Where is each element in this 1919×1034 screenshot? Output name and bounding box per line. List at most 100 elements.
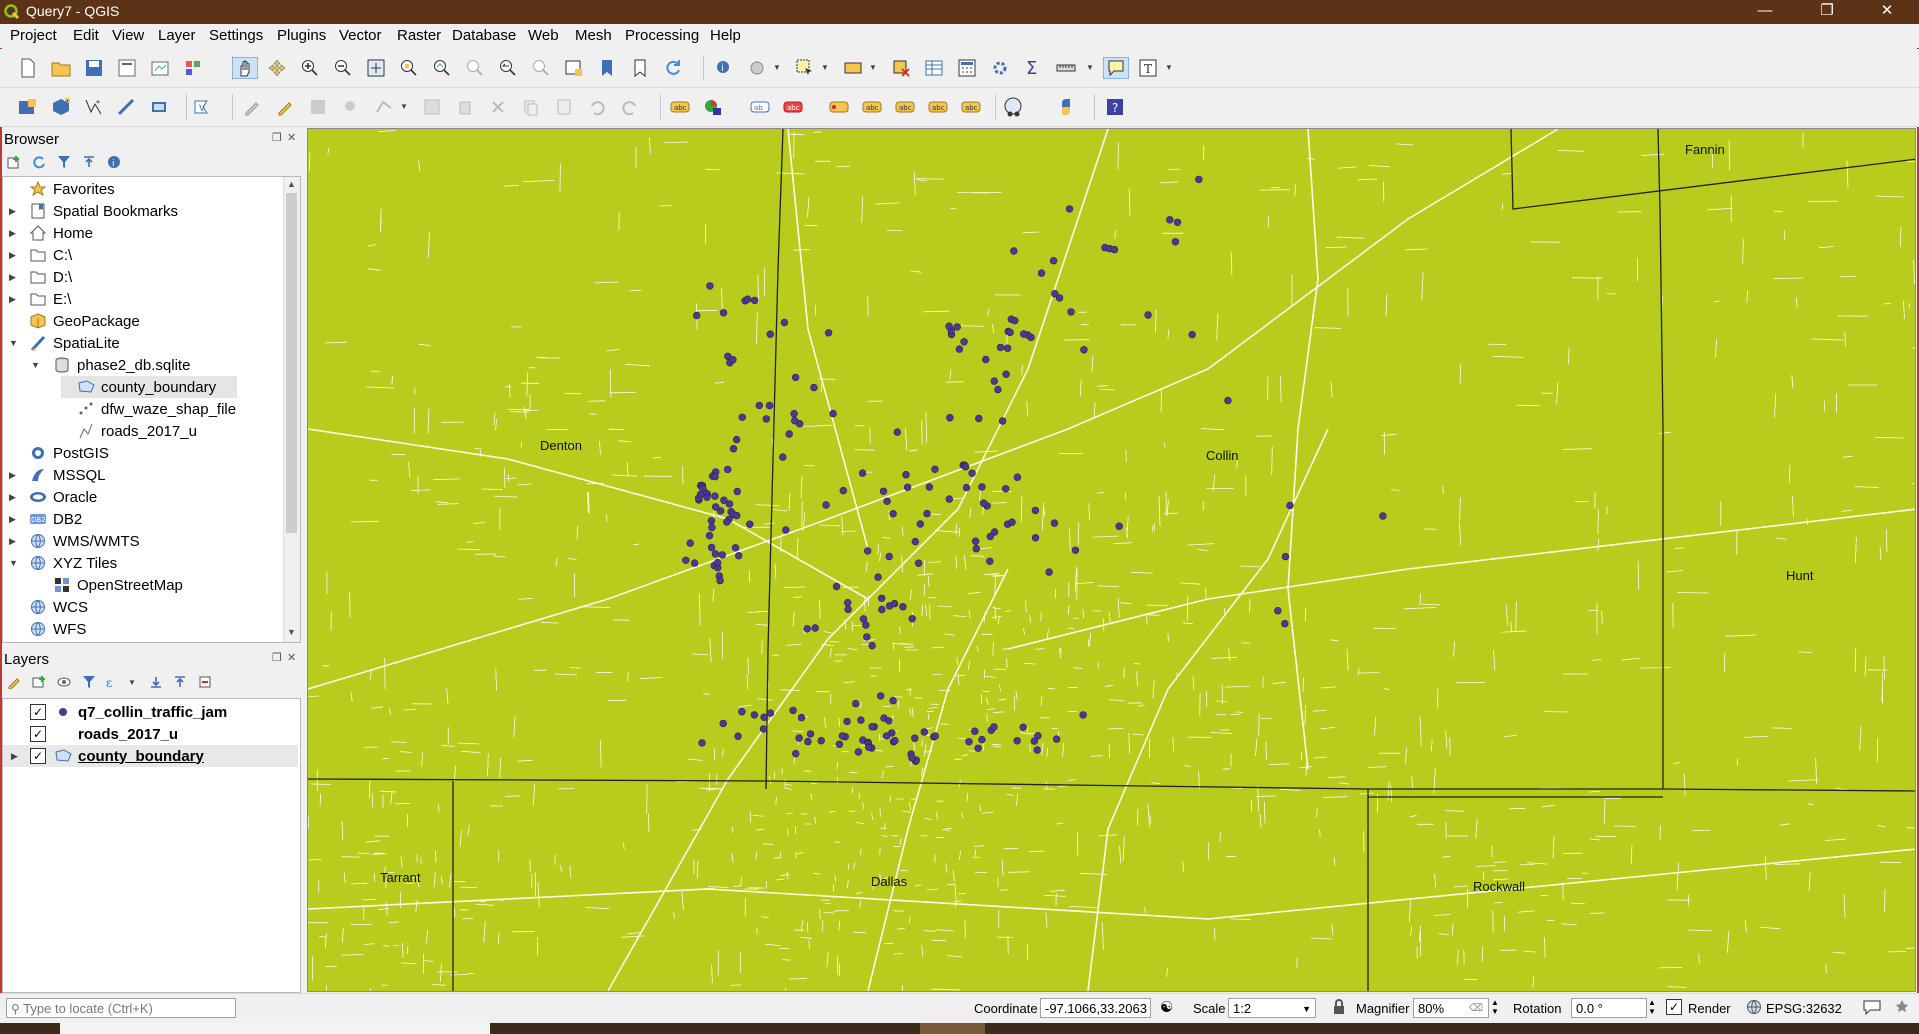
menu-layer[interactable]: Layer xyxy=(158,27,196,44)
render-checkbox[interactable]: ✓ xyxy=(1666,999,1682,1015)
scroll-up-icon[interactable]: ▲ xyxy=(287,179,296,189)
browser-item-dfw-waze[interactable]: dfw_waze_shap_file xyxy=(61,398,236,420)
browser-item-roads[interactable]: roads_2017_u xyxy=(61,420,197,442)
vertex-tool-icon[interactable] xyxy=(372,96,396,118)
highlight-pinned-labels-icon[interactable]: ab xyxy=(748,96,772,118)
new-spatialite-icon[interactable] xyxy=(115,96,139,118)
menu-project[interactable]: Project xyxy=(10,27,57,44)
identify-icon[interactable]: i xyxy=(712,57,736,79)
locate-search-input[interactable]: ⚲ Type to locate (Ctrl+K) xyxy=(6,998,236,1018)
menu-database[interactable]: Database xyxy=(452,27,516,44)
select-by-value-icon[interactable] xyxy=(841,57,865,79)
zoom-native-icon[interactable] xyxy=(463,57,487,79)
menu-settings[interactable]: Settings xyxy=(209,27,263,44)
crs-globe-icon[interactable] xyxy=(1746,999,1762,1018)
layer-labeling-icon[interactable]: abc xyxy=(668,96,692,118)
toggle-editing-icon[interactable] xyxy=(273,96,297,118)
crs-label[interactable]: EPSG:32632 xyxy=(1766,1001,1842,1016)
save-project-icon[interactable] xyxy=(82,57,106,79)
pin-labels-icon[interactable]: abc xyxy=(781,96,805,118)
browser-item-favorites[interactable]: Favorites xyxy=(13,178,115,200)
browser-item-oracle[interactable]: ▶ Oracle xyxy=(9,486,97,508)
copy-features-icon[interactable] xyxy=(519,96,543,118)
close-button[interactable]: ✕ xyxy=(1864,0,1910,24)
zoom-last-icon[interactable] xyxy=(496,57,520,79)
rotation-spinner[interactable]: ▲ ▼ xyxy=(1648,998,1656,1016)
browser-item-county-boundary[interactable]: county_boundary xyxy=(61,376,237,398)
scroll-thumb[interactable] xyxy=(286,193,297,533)
browser-item-e-drive[interactable]: ▶ E:\ xyxy=(9,288,71,310)
save-edits-icon[interactable] xyxy=(306,96,330,118)
attribute-table-icon[interactable] xyxy=(922,57,946,79)
add-selected-layers-icon[interactable] xyxy=(6,154,22,170)
layer-row-traffic-jam[interactable]: ✓ q7_collin_traffic_jam xyxy=(3,701,298,723)
menu-edit[interactable]: Edit xyxy=(73,27,99,44)
style-manager-icon[interactable] xyxy=(181,57,205,79)
collapse-all-icon[interactable] xyxy=(81,154,97,170)
minimize-button[interactable]: — xyxy=(1742,0,1788,24)
menu-vector[interactable]: Vector xyxy=(339,27,382,44)
show-bookmarks-icon[interactable] xyxy=(628,57,652,79)
menu-web[interactable]: Web xyxy=(528,27,559,44)
close-panel-icon[interactable]: ✕ xyxy=(287,131,296,144)
open-project-icon[interactable] xyxy=(49,57,73,79)
print-layout-icon[interactable] xyxy=(148,57,172,79)
add-group-icon[interactable] xyxy=(31,674,47,690)
layer-row-roads[interactable]: ✓ roads_2017_u xyxy=(3,723,298,745)
browser-item-postgis[interactable]: PostGIS xyxy=(13,442,109,464)
browser-scrollbar[interactable]: ▲ ▼ xyxy=(283,177,300,642)
browser-item-d-drive[interactable]: ▶ D:\ xyxy=(9,266,72,288)
magnifier-field[interactable]: 80% ⌫ xyxy=(1413,998,1489,1018)
zoom-in-icon[interactable] xyxy=(298,57,322,79)
remove-layer-icon[interactable] xyxy=(197,674,213,690)
layer-diagram-icon[interactable] xyxy=(701,96,725,118)
zoom-full-icon[interactable] xyxy=(364,57,388,79)
filter-browser-icon[interactable] xyxy=(56,154,72,170)
properties-icon[interactable]: i xyxy=(106,154,122,170)
browser-item-spatialite[interactable]: ▼ SpatiaLite xyxy=(9,332,120,354)
layer-visibility-checkbox[interactable]: ✓ xyxy=(30,748,46,764)
collapse-all-layers-icon[interactable] xyxy=(172,674,188,690)
map-canvas[interactable]: Fannin Denton Collin Hunt Tarrant Dallas… xyxy=(307,128,1916,992)
float-panel-icon[interactable]: ❐ xyxy=(272,131,282,144)
float-panel-icon[interactable]: ❐ xyxy=(272,651,282,664)
cut-features-icon[interactable] xyxy=(486,96,510,118)
map-render[interactable]: Fannin Denton Collin Hunt Tarrant Dallas… xyxy=(308,129,1915,991)
select-features-icon[interactable] xyxy=(793,57,817,79)
new-project-icon[interactable] xyxy=(16,57,40,79)
zoom-out-icon[interactable] xyxy=(331,57,355,79)
plugin-updates-icon[interactable] xyxy=(1893,999,1911,1018)
processing-toolbox-icon[interactable] xyxy=(988,57,1012,79)
browser-item-db2[interactable]: ▶ DB2 DB2 xyxy=(9,508,82,530)
scroll-down-icon[interactable]: ▼ xyxy=(287,627,296,637)
layer-styling-icon[interactable] xyxy=(6,674,22,690)
zoom-next-icon[interactable] xyxy=(529,57,553,79)
modify-attributes-icon[interactable] xyxy=(420,96,444,118)
statistical-summary-icon[interactable]: Σ xyxy=(1021,57,1045,79)
refresh-browser-icon[interactable] xyxy=(31,154,47,170)
scale-combobox[interactable]: 1:2 ▼ xyxy=(1228,998,1316,1018)
restore-button[interactable]: ❐ xyxy=(1804,0,1850,24)
plugin-manager-icon[interactable] xyxy=(1001,96,1025,118)
rotate-label-icon[interactable]: abc xyxy=(893,96,917,118)
browser-item-wms[interactable]: ▶ WMS/WMTS xyxy=(9,530,140,552)
map-tips-icon[interactable] xyxy=(1103,57,1129,79)
python-console-icon[interactable] xyxy=(1054,96,1078,118)
browser-item-openstreetmap[interactable]: OpenStreetMap xyxy=(37,574,183,596)
current-edits-icon[interactable] xyxy=(240,96,264,118)
refresh-icon[interactable] xyxy=(661,57,685,79)
show-hide-labels-icon[interactable] xyxy=(827,96,851,118)
measure-line-icon[interactable] xyxy=(1054,57,1078,79)
menu-view[interactable]: View xyxy=(112,27,144,44)
toggle-extents-icon[interactable]: ☯ xyxy=(1160,998,1173,1016)
coordinate-field[interactable]: -97.1066,33.2063 xyxy=(1040,998,1151,1018)
digitize-icon[interactable]: V xyxy=(190,96,214,118)
layer-visibility-checkbox[interactable]: ✓ xyxy=(30,704,46,720)
new-map-view-icon[interactable] xyxy=(562,57,586,79)
run-action-icon[interactable] xyxy=(745,57,769,79)
help-contents-icon[interactable]: ? xyxy=(1103,96,1127,118)
browser-item-spatial-bookmarks[interactable]: ▶ Spatial Bookmarks xyxy=(9,200,178,222)
messages-icon[interactable] xyxy=(1862,999,1882,1018)
expand-all-icon[interactable] xyxy=(148,674,164,690)
browser-item-c-drive[interactable]: ▶ C:\ xyxy=(9,244,72,266)
